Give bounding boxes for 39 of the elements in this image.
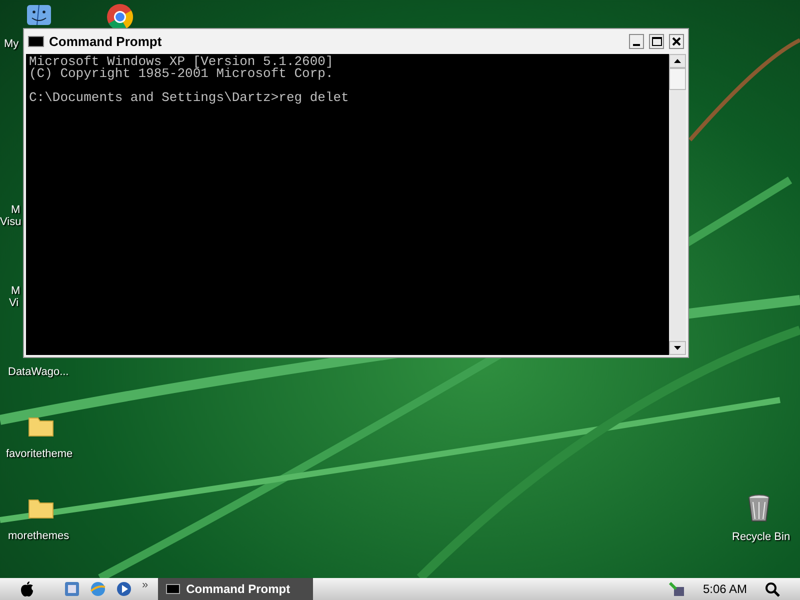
folder-icon [28,497,54,519]
desktop-icon-label[interactable]: Vi [9,297,19,309]
desktop-icon-label[interactable]: M [11,285,20,297]
minimize-button[interactable] [629,34,644,49]
smiling-face-icon [26,4,52,26]
taskbar-button[interactable]: Command Prompt [158,578,314,600]
scroll-thumb[interactable] [669,68,686,90]
trash-bin-icon [748,494,770,522]
apple-icon[interactable] [20,581,34,597]
console-area[interactable]: Microsoft Windows XP [Version 5.1.2600] (C) Copyright 1985-2001 Microsoft Corp. C:\Documents and Settings\Dartz>reg delet [26,54,669,355]
scroll-down-button[interactable] [669,341,686,355]
scrollbar[interactable] [669,54,686,355]
console-line: (C) Copyright 1985-2001 Microsoft Corp. [29,68,334,80]
desktop-icon-label[interactable]: favoritetheme [6,448,73,460]
desktop-icon-label[interactable]: Recycle Bin [732,531,790,543]
desktop-icon-label[interactable]: morethemes [8,530,70,542]
console-line: C:\Documents and Settings\Dartz>reg delet [29,92,350,104]
clock: 5:06 AM [702,581,747,598]
document-icon[interactable] [64,581,80,597]
scroll-up-button[interactable] [669,54,686,68]
maximize-button[interactable] [649,34,664,49]
desktop-icon-label[interactable]: M [11,204,20,216]
desktop-icon-label[interactable]: Visu [0,216,22,228]
search-icon[interactable] [765,582,780,596]
down-arrow-icon [674,346,681,350]
console-line: Microsoft Windows XP [Version 5.1.2600] [29,56,334,68]
network-icon[interactable] [668,581,685,597]
folder-icon [28,415,54,437]
browser-icon [106,3,134,31]
play-icon[interactable] [116,581,132,597]
desktop-icon-label[interactable]: My [4,38,19,50]
up-arrow-icon [674,59,681,63]
desktop-icon-label[interactable]: DataWago... [8,366,69,378]
more-chevron[interactable]: » [142,576,148,594]
globe-icon[interactable] [90,581,106,597]
window-title: Command Prompt [49,32,163,51]
console-icon [166,584,180,594]
console-icon [28,36,44,47]
close-button[interactable] [669,34,684,49]
